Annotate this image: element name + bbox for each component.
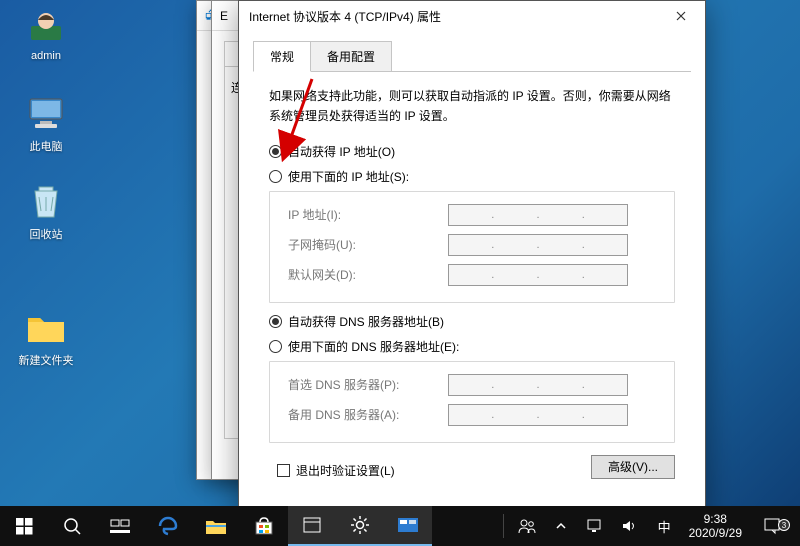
search-icon [63,517,81,535]
radio-dns-auto[interactable]: 自动获得 DNS 服务器地址(B) [269,313,675,330]
tray-people[interactable] [508,518,546,534]
ime-text: 中 [658,517,671,536]
radio-ip-manual[interactable]: 使用下面的 IP 地址(S): [269,168,675,185]
computer-icon [26,94,66,134]
field-label: 备用 DNS 服务器(A): [288,406,448,423]
folder-icon [26,308,66,348]
tab-general[interactable]: 常规 [253,41,311,72]
ip-input[interactable]: ... [448,204,628,226]
checkbox-validate[interactable]: 退出时验证设置(L) [277,462,395,479]
checkbox-label: 退出时验证设置(L) [296,462,395,479]
dns-pref-input[interactable]: ... [448,374,628,396]
close-icon [676,11,686,21]
taskbar: 中 9:38 2020/9/29 3 [0,506,800,546]
panel-icon [397,517,419,533]
desktop-icon-label: admin [10,50,82,62]
tab-row: 常规 备用配置 [253,41,691,72]
clock-time: 9:38 [689,512,742,526]
field-label: 首选 DNS 服务器(P): [288,376,448,393]
dns-alt-input[interactable]: ... [448,404,628,426]
radio-label: 自动获得 IP 地址(O) [288,143,395,160]
field-dns-alt: 备用 DNS 服务器(A): ... [288,404,674,426]
close-button[interactable] [661,2,701,30]
chevron-up-icon [556,522,566,530]
tray-ime[interactable]: 中 [648,517,681,536]
notification-button[interactable]: 3 [750,517,794,535]
field-mask: 子网掩码(U): ... [288,234,674,256]
taskbar-clock[interactable]: 9:38 2020/9/29 [681,512,750,541]
description-text: 如果网络支持此功能，则可以获取自动指派的 IP 设置。否则，你需要从网络系统管理… [269,86,675,127]
tray-network[interactable] [576,519,612,533]
ipv4-properties-dialog: Internet 协议版本 4 (TCP/IPv4) 属性 常规 备用配置 如果… [238,0,706,514]
gear-icon [350,515,370,535]
titlebar[interactable]: Internet 协议版本 4 (TCP/IPv4) 属性 [239,1,705,31]
desktop-icon-recycle[interactable]: 回收站 [10,182,82,242]
network-icon [302,516,322,534]
user-icon [26,6,66,46]
radio-label: 自动获得 DNS 服务器地址(B) [288,313,444,330]
edge-icon [157,515,179,537]
taskbar-app-control-panel[interactable] [384,506,432,546]
radio-icon [269,145,282,158]
task-view-icon [110,518,130,534]
field-gateway: 默认网关(D): ... [288,264,674,286]
desktop-icon-label: 此电脑 [10,138,82,154]
store-icon [254,516,274,536]
mask-input[interactable]: ... [448,234,628,256]
speaker-icon [622,519,638,533]
notification-badge: 3 [778,519,790,531]
dialog-title: Internet 协议版本 4 (TCP/IPv4) 属性 [249,8,661,25]
desktop-icon-folder[interactable]: 新建文件夹 [10,308,82,368]
radio-icon [269,340,282,353]
radio-icon [269,170,282,183]
divider [503,514,504,538]
ethernet-tray-icon [586,519,602,533]
tray-volume[interactable] [612,519,648,533]
folder-icon [205,517,227,535]
radio-label: 使用下面的 IP 地址(S): [288,168,409,185]
radio-label: 使用下面的 DNS 服务器地址(E): [288,338,459,355]
windows-icon [16,518,33,535]
tab-alternate[interactable]: 备用配置 [310,41,392,71]
field-label: IP 地址(I): [288,206,448,223]
edge-button[interactable] [144,506,192,546]
radio-ip-auto[interactable]: 自动获得 IP 地址(O) [269,143,675,160]
store-button[interactable] [240,506,288,546]
radio-icon [269,315,282,328]
taskbar-app-settings[interactable] [336,506,384,546]
search-button[interactable] [48,506,96,546]
clock-date: 2020/9/29 [689,526,742,540]
radio-dns-manual[interactable]: 使用下面的 DNS 服务器地址(E): [269,338,675,355]
start-button[interactable] [0,506,48,546]
desktop-icon-admin[interactable]: admin [10,6,82,62]
field-dns-pref: 首选 DNS 服务器(P): ... [288,374,674,396]
people-icon [518,518,536,534]
explorer-button[interactable] [192,506,240,546]
field-label: 子网掩码(U): [288,236,448,253]
taskbar-app-network[interactable] [288,506,336,546]
field-label: 默认网关(D): [288,266,448,283]
checkbox-icon [277,464,290,477]
desktop-icon-label: 新建文件夹 [10,352,82,368]
task-view-button[interactable] [96,506,144,546]
advanced-button[interactable]: 高级(V)... [591,455,675,479]
gateway-input[interactable]: ... [448,264,628,286]
field-ip: IP 地址(I): ... [288,204,674,226]
window-stub-text: E [220,9,228,23]
recycle-bin-icon [26,182,66,222]
tray-chevron[interactable] [546,522,576,530]
desktop-icon-computer[interactable]: 此电脑 [10,94,82,154]
desktop-icon-label: 回收站 [10,226,82,242]
